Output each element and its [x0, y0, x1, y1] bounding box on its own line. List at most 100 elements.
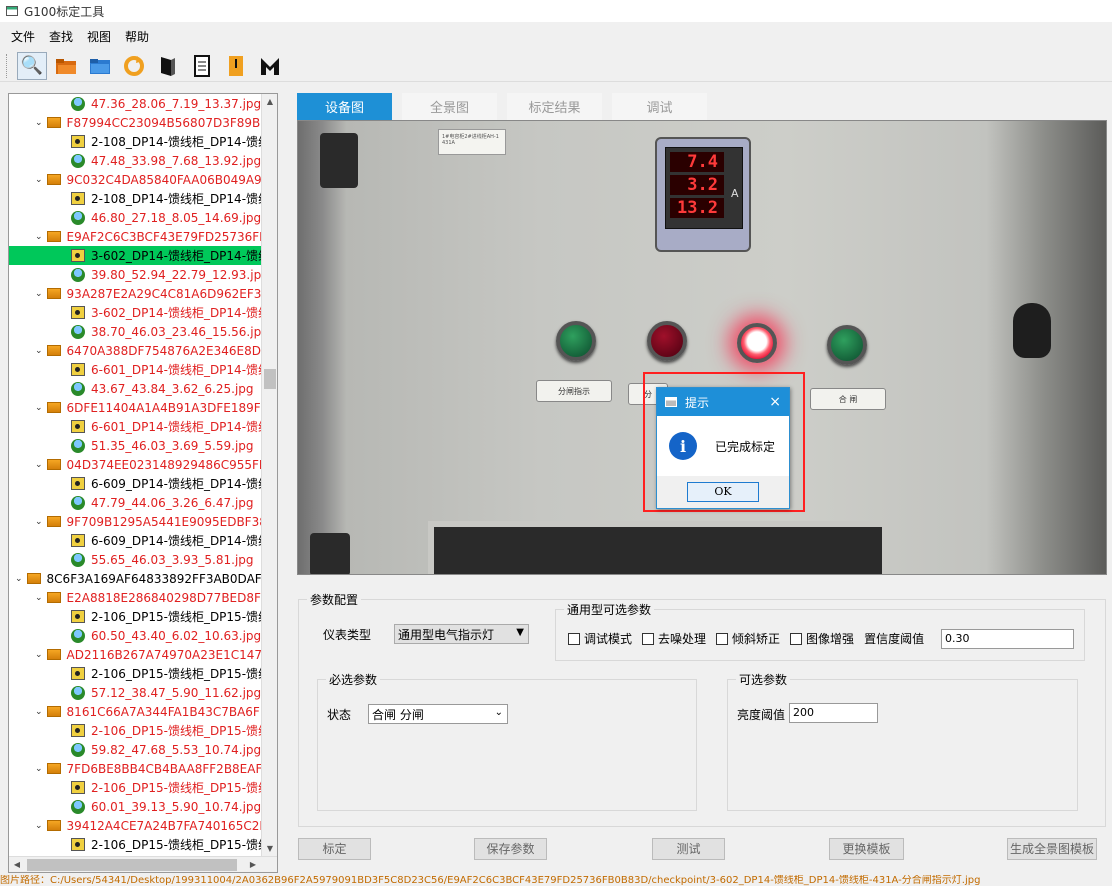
expand-chevron-icon[interactable]: ⌄ — [35, 593, 43, 603]
menu-view[interactable]: 视图 — [80, 27, 118, 47]
brightness-input[interactable]: 200 — [789, 703, 878, 723]
scroll-left-icon[interactable]: ◀ — [9, 857, 25, 872]
tree-file-row[interactable]: 6-609_DP14-馈线柜_DP14-馈线 — [9, 474, 262, 493]
file-tree[interactable]: 47.36_28.06_7.19_13.37.jpg ⌄ F87994CC23094… — [8, 93, 278, 873]
folder-open-icon[interactable] — [51, 52, 81, 80]
tree-vertical-scrollbar[interactable]: ▲ ▼ — [261, 94, 277, 857]
expand-chevron-icon[interactable]: ⌄ — [35, 707, 43, 717]
confidence-input[interactable]: 0.30 — [941, 629, 1074, 649]
folder-blue-icon[interactable] — [85, 52, 115, 80]
expand-chevron-icon[interactable]: ⌄ — [35, 289, 43, 299]
ok-button[interactable]: OK — [687, 482, 759, 502]
tree-file-row[interactable]: 2-106_DP15-馈线柜_DP15-馈线 — [9, 721, 262, 740]
tree-folder-row[interactable]: ⌄ E2A8818E286840298D77BED8F6 — [9, 588, 262, 607]
tree-file-row[interactable]: 60.01_39.13_5.90_10.74.jpg — [9, 797, 262, 816]
generate-panorama-template-button[interactable]: 生成全景图模板 — [1007, 838, 1097, 860]
tree-file-row[interactable]: 2-108_DP14-馈线柜_DP14-馈线 — [9, 189, 262, 208]
expand-chevron-icon[interactable]: ⌄ — [15, 574, 23, 584]
tree-file-row[interactable]: 6-609_DP14-馈线柜_DP14-馈线 — [9, 531, 262, 550]
logo-m-icon[interactable] — [255, 52, 285, 80]
tree-file-row[interactable]: 59.82_47.68_5.53_10.74.jpg — [9, 740, 262, 759]
expand-chevron-icon[interactable]: ⌄ — [35, 346, 43, 356]
calibrate-button[interactable]: 标定 — [298, 838, 371, 860]
tab-panorama[interactable]: 全景图 — [402, 93, 497, 120]
tree-folder-row[interactable]: ⌄ 93A287E2A29C4C81A6D962EF31 — [9, 284, 262, 303]
expand-chevron-icon[interactable]: ⌄ — [35, 175, 43, 185]
expand-chevron-icon[interactable]: ⌄ — [35, 118, 43, 128]
tree-folder-row[interactable]: ⌄ 7FD6BE8BB4CB4BAA8FF2B8EAFF — [9, 759, 262, 778]
optional-params-group: 可选参数 — [727, 671, 1078, 811]
checkbox-deskew[interactable]: 倾斜矫正 — [716, 630, 780, 647]
tree-file-row[interactable]: 39.80_52.94_22.79_12.93.jpg — [9, 265, 262, 284]
tree-file-row[interactable]: 46.80_27.18_8.05_14.69.jpg — [9, 208, 262, 227]
replace-template-button[interactable]: 更换模板 — [829, 838, 904, 860]
scroll-down-icon[interactable]: ▼ — [262, 841, 277, 857]
checkbox-denoise[interactable]: 去噪处理 — [642, 630, 706, 647]
document-icon[interactable] — [187, 52, 217, 80]
book-icon[interactable] — [153, 52, 183, 80]
expand-chevron-icon[interactable]: ⌄ — [35, 460, 43, 470]
tree-file-row[interactable]: 2-106_DP15-馈线柜_DP15-馈线 — [9, 664, 262, 683]
tree-file-row[interactable]: 51.35_46.03_3.69_5.59.jpg — [9, 436, 262, 455]
refresh-icon[interactable] — [119, 52, 149, 80]
expand-chevron-icon[interactable]: ⌄ — [35, 517, 43, 527]
tree-file-row[interactable]: 57.12_38.47_5.90_11.62.jpg — [9, 683, 262, 702]
tree-folder-row[interactable]: ⌄ 6DFE11404A1A4B91A3DFE189FD — [9, 398, 262, 417]
meter-type-select[interactable]: 通用型电气指示灯 ▼ — [394, 624, 529, 644]
tree-vscroll-thumb[interactable] — [264, 369, 276, 389]
tree-folder-row[interactable]: ⌄ 9C032C4DA85840FAA06B049A9C — [9, 170, 262, 189]
checkbox-enhance[interactable]: 图像增强 — [790, 630, 854, 647]
tree-folder-row[interactable]: ⌄ 8C6F3A169AF64833892FF3AB0DAF2 — [9, 569, 262, 588]
tree-row-label: E2A8818E286840298D77BED8F6 — [66, 590, 262, 605]
tree-file-row[interactable]: 47.48_33.98_7.68_13.92.jpg — [9, 151, 262, 170]
tree-folder-row[interactable]: ⌄ 39412A4CE7A24B7FA740165C2E — [9, 816, 262, 835]
tree-hscroll-thumb[interactable] — [27, 859, 237, 871]
tree-file-row[interactable]: 3-602_DP14-馈线柜_DP14-馈线 — [9, 303, 262, 322]
tree-folder-row[interactable]: ⌄ AD2116B267A74970A23E1C147C — [9, 645, 262, 664]
tree-file-row[interactable]: 6-601_DP14-馈线柜_DP14-馈线 — [9, 417, 262, 436]
tree-file-row[interactable]: 60.50_43.40_6.02_10.63.jpg — [9, 626, 262, 645]
close-icon[interactable]: × — [769, 394, 781, 410]
checkbox-debug-mode[interactable]: 调试模式 — [568, 630, 632, 647]
expand-chevron-icon[interactable]: ⌄ — [35, 764, 43, 774]
menu-file[interactable]: 文件 — [4, 27, 42, 47]
tree-folder-row[interactable]: ⌄ F87994CC23094B56807D3F89BF7 — [9, 113, 262, 132]
expand-chevron-icon[interactable]: ⌄ — [35, 821, 43, 831]
expand-chevron-icon[interactable]: ⌄ — [35, 403, 43, 413]
tree-file-row[interactable]: 6-601_DP14-馈线柜_DP14-馈线 — [9, 360, 262, 379]
expand-chevron-icon[interactable]: ⌄ — [35, 650, 43, 660]
menu-find[interactable]: 查找 — [42, 27, 80, 47]
search-doc-icon[interactable]: 🔍 — [17, 51, 47, 80]
tree-file-row[interactable]: 55.65_46.03_3.93_5.81.jpg — [9, 550, 262, 569]
tree-folder-row[interactable]: ⌄ 8161C66A7A344FA1B43C7BA6FE — [9, 702, 262, 721]
tree-file-row[interactable]: 2-106_DP15-馈线柜_DP15-馈线 — [9, 778, 262, 797]
bookmark-icon[interactable] — [221, 52, 251, 80]
scroll-right-icon[interactable]: ▶ — [245, 857, 261, 872]
tree-folder-row[interactable]: ⌄ 04D374EE023148929486C955FEE — [9, 455, 262, 474]
tree-file-row[interactable]: 3-602_DP14-馈线柜_DP14-馈线 — [9, 246, 262, 265]
tree-file-row[interactable]: 38.70_46.03_23.46_15.56.jpg — [9, 322, 262, 341]
tree-folder-row[interactable]: ⌄ 9F709B1295A5441E9095EDBF380 — [9, 512, 262, 531]
save-params-button[interactable]: 保存参数 — [474, 838, 547, 860]
image-viewer[interactable]: 1#电容柜2#进线柜AH-1 431A 7.4 3.2 13.2 A 分闸指示 … — [297, 120, 1107, 575]
tree-file-row[interactable]: 43.67_43.84_3.62_6.25.jpg — [9, 379, 262, 398]
test-button[interactable]: 测试 — [652, 838, 725, 860]
tree-file-row[interactable]: 2-108_DP14-馈线柜_DP14-馈线 — [9, 132, 262, 151]
tree-file-row[interactable]: 2-106_DP15-馈线柜_DP15-馈线 — [9, 607, 262, 626]
tab-device-image[interactable]: 设备图 — [297, 93, 392, 120]
state-select[interactable]: 合闸 分闸 ⌄ — [368, 704, 508, 724]
param-config-title: 参数配置 — [307, 591, 362, 608]
tab-debug[interactable]: 调试 — [612, 93, 707, 120]
tree-file-row[interactable]: 47.79_44.06_3.26_6.47.jpg — [9, 493, 262, 512]
tab-calibration-result[interactable]: 标定结果 — [507, 93, 602, 120]
tree-file-row[interactable]: 47.36_28.06_7.19_13.37.jpg — [9, 94, 262, 113]
tree-horizontal-scrollbar[interactable]: ◀ ▶ — [9, 856, 277, 872]
expand-chevron-icon[interactable]: ⌄ — [35, 232, 43, 242]
image-file-icon — [71, 210, 85, 225]
tree-folder-row[interactable]: ⌄ E9AF2C6C3BCF43E79FD25736FB — [9, 227, 262, 246]
scroll-up-icon[interactable]: ▲ — [262, 94, 277, 110]
menu-help[interactable]: 帮助 — [118, 27, 156, 47]
tree-file-row[interactable]: 2-106_DP15-馈线柜_DP15-馈线 — [9, 835, 262, 854]
tree-folder-row[interactable]: ⌄ 6470A388DF754876A2E346E8DF — [9, 341, 262, 360]
tree-row-label: 43.67_43.84_3.62_6.25.jpg — [91, 381, 254, 396]
